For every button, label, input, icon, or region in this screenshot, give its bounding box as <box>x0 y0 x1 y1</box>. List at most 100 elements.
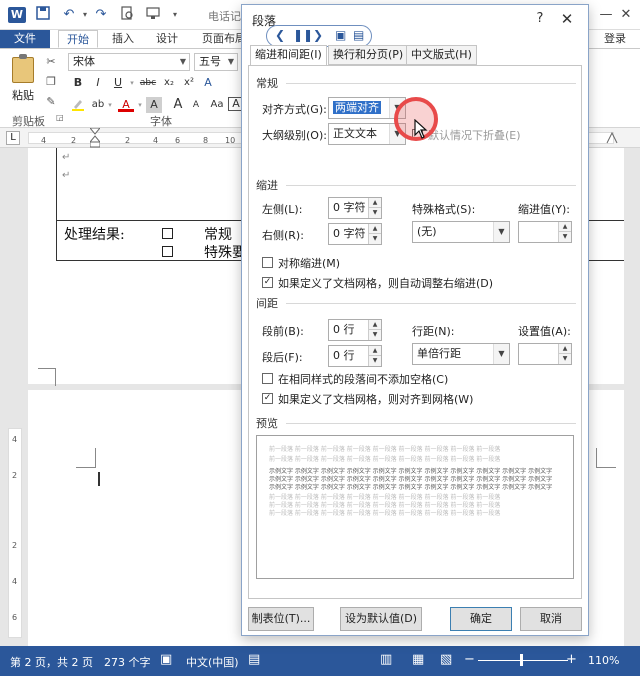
indent-by-input[interactable]: ▲ ▼ <box>518 221 572 243</box>
font-name-select[interactable]: 宋体 ▼ <box>68 53 190 71</box>
superscript-button[interactable]: x² <box>180 75 198 91</box>
italic-button[interactable]: I <box>90 75 106 91</box>
copy-icon[interactable]: ❐ <box>44 75 58 89</box>
zoom-level[interactable]: 110% <box>588 654 619 667</box>
no-space-checkbox[interactable] <box>262 373 273 384</box>
window-close-icon[interactable]: ✕ <box>614 4 638 26</box>
spacing-before-input[interactable]: 0 行 ▲ ▼ <box>328 319 382 341</box>
read-mode-icon[interactable]: ▥ <box>380 652 392 667</box>
indent-by-label: 缩进值(Y): <box>518 203 571 216</box>
outline-level-value: 正文文本 <box>333 127 377 140</box>
spacing-after-input[interactable]: 0 行 ▲ ▼ <box>328 345 382 367</box>
option-checkbox[interactable] <box>162 228 173 239</box>
spin-up-icon[interactable]: ▲ <box>558 344 571 354</box>
language-indicator[interactable]: 中文(中国) <box>186 654 239 670</box>
pause-icon[interactable]: ❚❚ <box>293 28 313 42</box>
text-effects-button[interactable]: A <box>200 75 216 91</box>
prev-icon[interactable]: ❮ <box>275 28 285 42</box>
set-default-button[interactable]: 设为默认值(D) <box>340 607 422 631</box>
auto-adjust-checkbox[interactable]: ✓ <box>262 277 273 288</box>
help-icon[interactable]: ? <box>530 9 550 29</box>
clipboard-launcher-icon[interactable]: ◲ <box>56 113 64 122</box>
spin-up-icon[interactable]: ▲ <box>368 198 381 208</box>
macro-record-icon[interactable]: ▤ <box>248 652 260 667</box>
export-icon[interactable]: ▤ <box>353 28 364 42</box>
paste-icon[interactable] <box>12 54 34 83</box>
right-indent-marker-icon[interactable] <box>606 130 618 144</box>
text-highlight-button[interactable] <box>70 97 86 113</box>
change-case-button[interactable]: Aa <box>208 97 226 113</box>
font-name-value: 宋体 <box>73 55 95 68</box>
special-indent-select[interactable]: (无) ▼ <box>412 221 510 243</box>
print-layout-icon[interactable]: ▦ <box>412 652 424 667</box>
tab-home[interactable]: 开始 <box>58 30 98 48</box>
zoom-in-icon[interactable]: + <box>566 652 577 667</box>
section-general: 常规 <box>256 77 278 90</box>
option-checkbox[interactable] <box>162 246 173 257</box>
tab-selector[interactable]: L <box>6 131 20 145</box>
char-shading-button[interactable]: A <box>146 97 162 113</box>
indent-marker-icon[interactable] <box>88 127 102 148</box>
spin-down-icon[interactable]: ▼ <box>368 356 381 366</box>
ok-button[interactable]: 确定 <box>450 607 512 631</box>
bold-button[interactable]: B <box>70 75 86 91</box>
redo-icon[interactable]: ↷ <box>92 6 110 24</box>
snap-grid-checkbox[interactable]: ✓ <box>262 393 273 404</box>
qat-customize-icon[interactable]: ▾ <box>166 6 184 24</box>
highlight-dropdown-icon[interactable]: ▾ <box>102 97 118 113</box>
mirror-indent-checkbox[interactable] <box>262 257 273 268</box>
close-icon[interactable]: ✕ <box>556 8 578 30</box>
strikethrough-button[interactable]: abc <box>138 75 158 91</box>
indent-left-input[interactable]: 0 字符 ▲ ▼ <box>328 197 382 219</box>
spacing-at-input[interactable]: ▲ ▼ <box>518 343 572 365</box>
paste-button-label[interactable]: 粘贴 <box>12 87 34 103</box>
spin-down-icon[interactable]: ▼ <box>368 208 381 218</box>
ruler-number: 2 <box>71 136 77 145</box>
cut-icon[interactable]: ✂ <box>44 55 58 69</box>
tabs-button[interactable]: 制表位(T)... <box>248 607 314 631</box>
ruler-number: 10 <box>225 136 236 145</box>
section-indent: 缩进 <box>256 179 278 192</box>
grow-font-button[interactable]: A <box>170 97 186 113</box>
tab-design[interactable]: 设计 <box>148 30 186 48</box>
mouse-cursor-icon <box>414 118 428 143</box>
tab-line-page-breaks[interactable]: 换行和分页(P) <box>328 45 409 65</box>
special-indent-value: (无) <box>417 225 437 238</box>
print-preview-icon[interactable] <box>118 6 136 24</box>
login-link[interactable]: 登录 <box>604 30 626 48</box>
tab-indents-spacing[interactable]: 缩进和间距(I) <box>250 45 327 66</box>
save-icon[interactable] <box>34 6 52 24</box>
result-label: 处理结果: <box>64 227 125 243</box>
zoom-slider-track[interactable] <box>478 660 568 661</box>
proofing-icon[interactable]: ▣ <box>160 652 172 667</box>
indent-right-input[interactable]: 0 字符 ▲ ▼ <box>328 223 382 245</box>
spin-down-icon[interactable]: ▼ <box>368 330 381 340</box>
zoom-slider-thumb[interactable] <box>520 654 523 666</box>
subscript-button[interactable]: x₂ <box>160 75 178 91</box>
format-painter-icon[interactable] <box>144 6 162 24</box>
font-size-select[interactable]: 五号 ▼ <box>194 53 238 71</box>
save-icon[interactable]: ▣ <box>335 28 346 42</box>
spin-down-icon[interactable]: ▼ <box>558 354 571 364</box>
spin-up-icon[interactable]: ▲ <box>558 222 571 232</box>
word-count[interactable]: 273 个字 <box>104 654 151 670</box>
spin-up-icon[interactable]: ▲ <box>368 320 381 330</box>
spin-up-icon[interactable]: ▲ <box>368 224 381 234</box>
web-layout-icon[interactable]: ▧ <box>440 652 452 667</box>
brush-icon[interactable]: ✎ <box>44 95 58 109</box>
next-icon[interactable]: ❯ <box>313 28 323 42</box>
spin-down-icon[interactable]: ▼ <box>368 234 381 244</box>
tab-file[interactable]: 文件 <box>0 30 50 48</box>
ruler-number: 6 <box>12 613 18 622</box>
page-count[interactable]: 第 2 页，共 2 页 <box>10 654 93 670</box>
spin-down-icon[interactable]: ▼ <box>558 232 571 242</box>
crop-mark <box>38 368 56 386</box>
line-spacing-select[interactable]: 单倍行距 ▼ <box>412 343 510 365</box>
tab-asian-typography[interactable]: 中文版式(H) <box>406 45 477 65</box>
tab-insert[interactable]: 插入 <box>104 30 142 48</box>
shrink-font-button[interactable]: A <box>188 97 204 113</box>
table-border <box>56 148 57 261</box>
cancel-button[interactable]: 取消 <box>520 607 582 631</box>
spin-up-icon[interactable]: ▲ <box>368 346 381 356</box>
zoom-out-icon[interactable]: − <box>464 652 475 667</box>
